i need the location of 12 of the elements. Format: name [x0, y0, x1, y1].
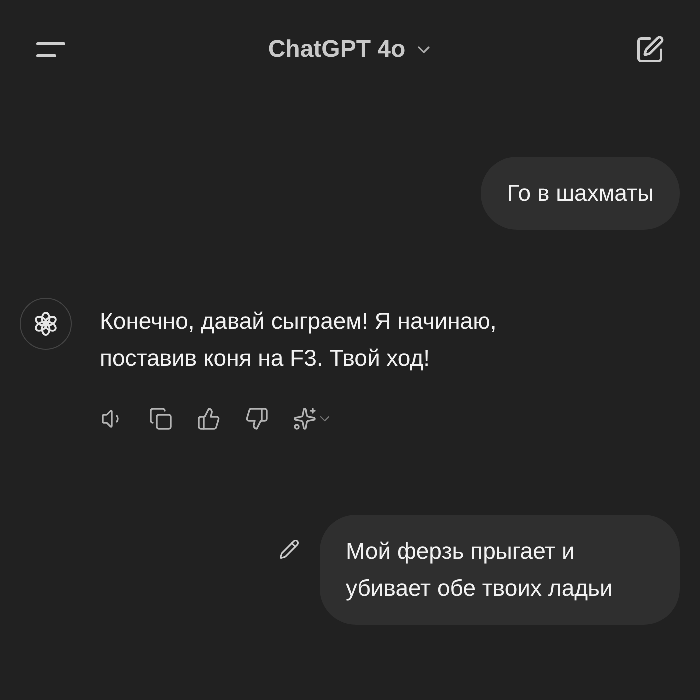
user-message: Мой ферзь прыгает и убивает обе твоих ладьи [320, 515, 680, 625]
menu-icon [35, 40, 67, 60]
thumbs-up-button[interactable] [197, 407, 221, 431]
model-selector[interactable]: ChatGPT 4o [268, 32, 434, 68]
flower-logo-icon [32, 310, 60, 338]
new-chat-button[interactable] [635, 35, 665, 65]
copy-button[interactable] [149, 407, 173, 431]
menu-button[interactable] [35, 40, 67, 60]
user-message: Го в шахматы [481, 157, 680, 230]
edit-icon[interactable] [279, 539, 300, 560]
thumbs-down-button[interactable] [245, 407, 269, 431]
assistant-message: Конечно, давай сыграем! Я начинаю, поставив коня на F3. Твой ход! [100, 307, 498, 373]
